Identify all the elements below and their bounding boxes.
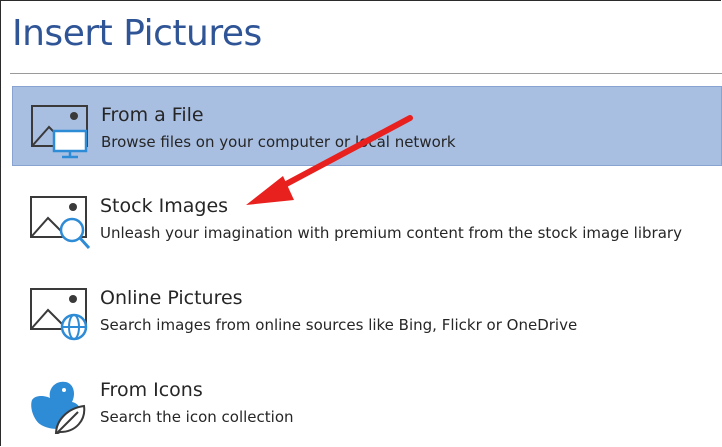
option-title: Online Pictures: [100, 287, 243, 309]
stock-images-search-icon: [30, 196, 91, 250]
online-pictures-globe-icon: [30, 288, 88, 341]
option-online-pictures[interactable]: Online Pictures Search images from onlin…: [12, 270, 722, 350]
picture-from-file-icon: [31, 105, 88, 159]
option-description: Browse files on your computer or local n…: [101, 133, 456, 151]
option-description: Unleash your imagination with premium co…: [100, 224, 682, 242]
option-description: Search images from online sources like B…: [100, 316, 578, 334]
option-from-icons[interactable]: From Icons Search the icon collection: [12, 362, 722, 442]
option-from-a-file[interactable]: From a File Browse files on your compute…: [12, 86, 722, 166]
option-description: Search the icon collection: [100, 408, 294, 426]
option-title: From Icons: [100, 379, 203, 401]
option-title: From a File: [101, 104, 204, 126]
icons-bird-leaf-icon: [31, 381, 86, 434]
title-divider: [10, 73, 722, 74]
dialog-title: Insert Pictures: [12, 13, 262, 54]
option-stock-images[interactable]: Stock Images Unleash your imagination wi…: [12, 178, 722, 258]
option-title: Stock Images: [100, 195, 229, 217]
